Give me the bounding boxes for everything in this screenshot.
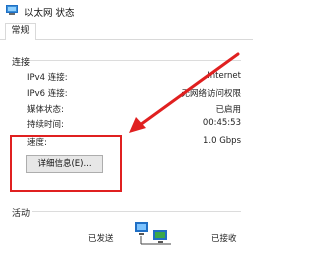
media-state-label: 媒体状态:	[27, 105, 64, 115]
duration-label: 持续时间:	[27, 120, 64, 130]
connection-divider	[30, 60, 241, 61]
window-title: 以太网 状态	[24, 8, 75, 19]
ipv4-label: IPv4 连接:	[27, 73, 68, 83]
received-label: 已接收	[211, 234, 237, 244]
network-computers-icon	[135, 222, 171, 245]
tab-strip: 常规	[0, 22, 253, 41]
speed-value: 1.0 Gbps	[202, 136, 241, 146]
connection-group-title: 连接	[12, 58, 31, 68]
sent-label: 已发送	[88, 234, 114, 244]
highlight-box	[10, 135, 122, 192]
activity-group-title: 活动	[12, 209, 31, 219]
ipv6-value: 无网络访问权限	[181, 89, 241, 99]
title-bar: 以太网 状态	[0, 0, 253, 22]
network-adapter-icon	[6, 5, 18, 15]
media-state-value: 已启用	[215, 105, 241, 115]
duration-value: 00:45:53	[202, 118, 241, 128]
ipv4-value: Internet	[207, 71, 241, 81]
activity-divider	[32, 211, 241, 212]
tab-general[interactable]: 常规	[5, 23, 36, 41]
ipv6-label: IPv6 连接:	[27, 89, 68, 99]
